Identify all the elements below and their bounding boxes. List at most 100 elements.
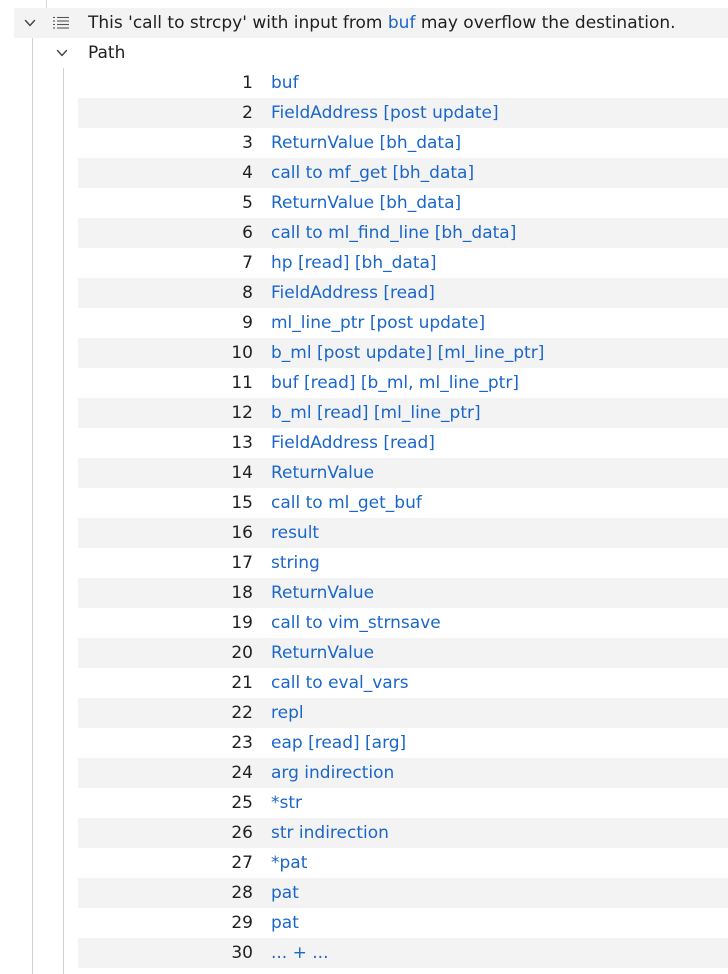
previous-row-fragment — [102, 0, 142, 3]
path-step-link[interactable]: FieldAddress [read] — [271, 278, 435, 308]
tree-guide-line — [46, 0, 47, 8]
path-step-number: 4 — [242, 163, 253, 183]
path-step-row[interactable]: 8 FieldAddress [read] — [78, 278, 728, 308]
path-step-row[interactable]: 4 call to mf_get [bh_data] — [78, 158, 728, 188]
path-step-link[interactable]: ReturnValue — [271, 458, 374, 488]
path-step-number: 16 — [231, 523, 253, 543]
path-step-link[interactable]: *str — [271, 788, 302, 818]
path-step-row[interactable]: 3 ReturnValue [bh_data] — [78, 128, 728, 158]
path-step-number: 27 — [231, 853, 253, 873]
chevron-down-icon[interactable] — [56, 47, 68, 59]
path-step-link[interactable]: ReturnValue [bh_data] — [271, 188, 461, 218]
path-step-row[interactable]: 29 pat — [78, 908, 728, 938]
path-step-link[interactable]: buf — [271, 68, 299, 98]
path-step-row[interactable]: 1 buf — [78, 68, 728, 98]
path-step-link[interactable]: repl — [271, 698, 304, 728]
previous-row-stub — [0, 0, 728, 8]
path-step-row[interactable]: 18 ReturnValue — [78, 578, 728, 608]
path-step-number: 29 — [231, 913, 253, 933]
path-step-link[interactable]: hp [read] [bh_data] — [271, 248, 437, 278]
tree-guide-line — [32, 38, 33, 974]
chevron-down-icon[interactable] — [24, 17, 36, 29]
path-step-row[interactable]: 17 string — [78, 548, 728, 578]
path-step-row[interactable]: 6 call to ml_find_line [bh_data] — [78, 218, 728, 248]
path-step-number: 9 — [242, 313, 253, 333]
path-step-row[interactable]: 22 repl — [78, 698, 728, 728]
path-step-row[interactable]: 20 ReturnValue — [78, 638, 728, 668]
path-step-row[interactable]: 12 b_ml [read] [ml_line_ptr] — [78, 398, 728, 428]
path-step-number: 15 — [231, 493, 253, 513]
path-step-row[interactable]: 28 pat — [78, 878, 728, 908]
path-step-number: 18 — [231, 583, 253, 603]
path-step-number: 12 — [231, 403, 253, 423]
path-step-link[interactable]: ReturnValue — [271, 638, 374, 668]
list-icon — [53, 16, 69, 29]
tree-guide-line — [63, 68, 64, 974]
path-step-number: 22 — [231, 703, 253, 723]
path-step-link[interactable]: call to ml_get_buf — [271, 488, 422, 518]
path-step-number: 1 — [242, 73, 253, 93]
path-step-link[interactable]: eap [read] [arg] — [271, 728, 406, 758]
alert-source-link[interactable]: buf — [388, 13, 416, 33]
path-step-link[interactable]: pat — [271, 878, 299, 908]
path-step-number: 3 — [242, 133, 253, 153]
path-step-number: 6 — [242, 223, 253, 243]
path-step-number: 28 — [231, 883, 253, 903]
path-step-link[interactable]: str indirection — [271, 818, 389, 848]
alert-message-suffix: may overflow the destination. — [415, 13, 676, 33]
path-step-number: 17 — [231, 553, 253, 573]
path-step-link[interactable]: call to eval_vars — [271, 668, 409, 698]
path-step-row[interactable]: 9 ml_line_ptr [post update] — [78, 308, 728, 338]
path-step-row[interactable]: 30 ... + ... — [78, 938, 728, 968]
path-step-link[interactable]: call to vim_strnsave — [271, 608, 441, 638]
path-step-number: 19 — [231, 613, 253, 633]
path-step-link[interactable]: ... + ... — [271, 938, 328, 968]
path-step-row[interactable]: 16 result — [78, 518, 728, 548]
path-step-row[interactable]: 7 hp [read] [bh_data] — [78, 248, 728, 278]
path-step-number: 14 — [231, 463, 253, 483]
path-step-row[interactable]: 21 call to eval_vars — [78, 668, 728, 698]
path-step-row[interactable]: 5 ReturnValue [bh_data] — [78, 188, 728, 218]
path-step-link[interactable]: arg indirection — [271, 758, 394, 788]
path-step-link[interactable]: FieldAddress [post update] — [271, 98, 499, 128]
path-step-number: 5 — [242, 193, 253, 213]
path-step-row[interactable]: 19 call to vim_strnsave — [78, 608, 728, 638]
path-step-number: 2 — [242, 103, 253, 123]
path-step-link[interactable]: buf [read] [b_ml, ml_line_ptr] — [271, 368, 519, 398]
path-step-link[interactable]: ReturnValue [bh_data] — [271, 128, 461, 158]
path-step-row[interactable]: 25 *str — [78, 788, 728, 818]
path-step-link[interactable]: ReturnValue — [271, 578, 374, 608]
path-step-link[interactable]: ml_line_ptr [post update] — [271, 308, 485, 338]
path-step-row[interactable]: 26 str indirection — [78, 818, 728, 848]
path-step-number: 26 — [231, 823, 253, 843]
path-step-link[interactable]: call to mf_get [bh_data] — [271, 158, 474, 188]
path-step-row[interactable]: 23 eap [read] [arg] — [78, 728, 728, 758]
path-step-number: 23 — [231, 733, 253, 753]
path-step-row[interactable]: 14 ReturnValue — [78, 458, 728, 488]
path-step-link[interactable]: b_ml [read] [ml_line_ptr] — [271, 398, 481, 428]
path-step-row[interactable]: 2 FieldAddress [post update] — [78, 98, 728, 128]
path-steps-list: 1 buf 2 FieldAddress [post update] 3 ReturnVa… — [78, 68, 728, 968]
path-step-number: 20 — [231, 643, 253, 663]
path-step-number: 7 — [242, 253, 253, 273]
path-step-link[interactable]: b_ml [post update] [ml_line_ptr] — [271, 338, 544, 368]
path-step-number: 30 — [231, 943, 253, 963]
path-step-link[interactable]: result — [271, 518, 319, 548]
alert-row[interactable]: This 'call to strcpy' with input from bu… — [14, 8, 728, 38]
path-step-number: 13 — [231, 433, 253, 453]
path-step-link[interactable]: FieldAddress [read] — [271, 428, 435, 458]
path-row[interactable]: Path — [14, 38, 728, 68]
path-step-row[interactable]: 10 b_ml [post update] [ml_line_ptr] — [78, 338, 728, 368]
path-step-number: 10 — [231, 343, 253, 363]
path-step-link[interactable]: pat — [271, 908, 299, 938]
path-step-link[interactable]: call to ml_find_line [bh_data] — [271, 218, 516, 248]
path-step-link[interactable]: *pat — [271, 848, 307, 878]
path-step-row[interactable]: 24 arg indirection — [78, 758, 728, 788]
path-step-row[interactable]: 15 call to ml_get_buf — [78, 488, 728, 518]
path-step-row[interactable]: 13 FieldAddress [read] — [78, 428, 728, 458]
path-step-link[interactable]: string — [271, 548, 320, 578]
path-step-row[interactable]: 27 *pat — [78, 848, 728, 878]
path-step-number: 11 — [231, 373, 253, 393]
path-step-row[interactable]: 11 buf [read] [b_ml, ml_line_ptr] — [78, 368, 728, 398]
path-step-number: 21 — [231, 673, 253, 693]
